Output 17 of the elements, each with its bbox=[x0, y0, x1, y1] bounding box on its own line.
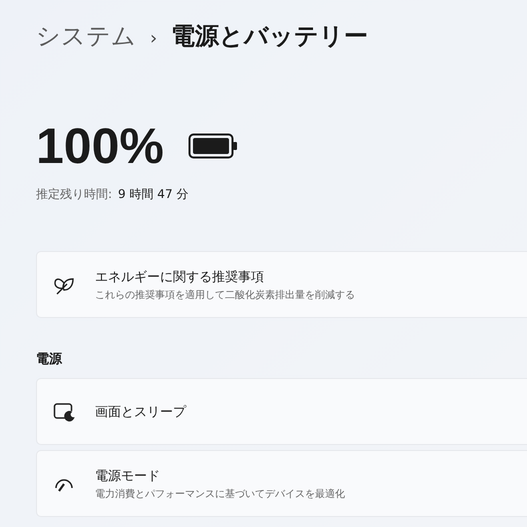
estimate-value: 9 時間 47 分 bbox=[118, 186, 188, 203]
battery-percentage: 100% bbox=[36, 117, 164, 176]
settings-card[interactable]: 電源モード 電力消費とパフォーマンスに基づいてデバイスを最適化 bbox=[36, 450, 527, 517]
card-title: 画面とスリープ bbox=[95, 404, 186, 420]
card-title: エネルギーに関する推奨事項 bbox=[95, 268, 265, 286]
settings-card[interactable]: 画面とスリープ bbox=[36, 378, 527, 445]
battery-icon bbox=[188, 133, 238, 159]
card-title: 電源モード bbox=[95, 468, 161, 484]
card-subtitle: 電力消費とパフォーマンスに基づいてデバイスを最適化 bbox=[95, 488, 345, 500]
settings-card[interactable]: エネルギーに関する推奨事項 これらの推奨事項を適用して二酸化炭素排出量を削減する bbox=[36, 251, 527, 318]
estimate-label: 推定残り時間: bbox=[36, 186, 112, 203]
card-subtitle: これらの推奨事項を適用して二酸化炭素排出量を削減する bbox=[95, 288, 355, 302]
screen-sleep-icon bbox=[53, 402, 75, 422]
breadcrumb-separator: › bbox=[150, 28, 158, 49]
section-heading: 電源 bbox=[36, 351, 64, 368]
page-title: 電源とバッテリー bbox=[171, 21, 368, 52]
breadcrumb-parent[interactable]: システム bbox=[36, 20, 136, 52]
